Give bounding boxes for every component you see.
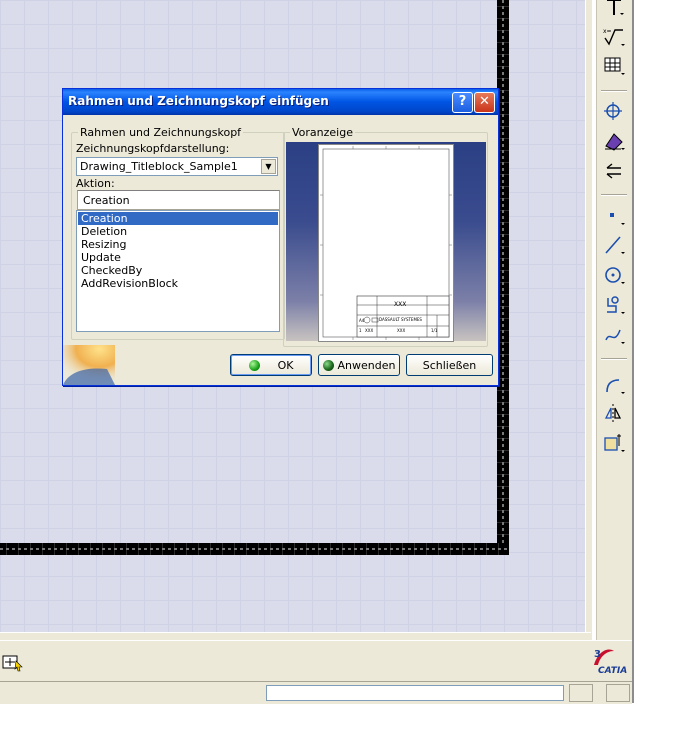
viewport-border-right xyxy=(585,0,592,640)
close-button[interactable]: Schließen xyxy=(406,354,493,376)
frame-titleblock-dialog: Rahmen und Zeichnungskopf einfügen ? ✕ R… xyxy=(62,88,499,386)
help-button[interactable]: ? xyxy=(452,92,473,113)
table-icon[interactable] xyxy=(603,55,625,77)
preview-company-text: DASSAULT SYSTEMES xyxy=(379,317,422,322)
close-icon[interactable]: ✕ xyxy=(474,92,495,113)
ok-button[interactable]: OK xyxy=(230,354,312,376)
profile-icon[interactable] xyxy=(603,294,625,316)
spline-icon[interactable] xyxy=(603,324,625,346)
preview-scale-text: 1 xyxy=(359,328,362,333)
list-item[interactable]: Deletion xyxy=(78,225,278,238)
preview-size-text: A4 xyxy=(359,318,365,323)
toolbar-separator xyxy=(601,194,627,196)
corner-icon[interactable] xyxy=(603,374,625,396)
stop-button[interactable] xyxy=(606,684,630,702)
dialog-title: Rahmen und Zeichnungskopf einfügen xyxy=(68,94,329,108)
toolbar-separator xyxy=(601,90,627,92)
area-fill-icon[interactable] xyxy=(603,130,625,152)
action-label: Aktion: xyxy=(76,177,115,190)
circle-icon[interactable] xyxy=(603,264,625,286)
point-icon[interactable] xyxy=(603,205,625,227)
sheet-frame-bottom xyxy=(0,543,509,555)
command-input[interactable] xyxy=(266,685,564,701)
preview-label: Voranzeige xyxy=(292,126,353,139)
catia-logo: 3 CATIA xyxy=(586,643,630,679)
status-bar xyxy=(0,681,632,704)
style-label: Zeichnungskopfdarstellung: xyxy=(76,142,230,155)
ok-label: OK xyxy=(277,358,294,372)
dialog-titlebar[interactable]: Rahmen und Zeichnungskopf einfügen ? ✕ xyxy=(63,89,498,115)
close-label: Schließen xyxy=(422,358,477,372)
action-list[interactable]: Creation Deletion Resizing Update Checke… xyxy=(76,210,280,332)
text-icon[interactable] xyxy=(603,0,625,18)
svg-text:3: 3 xyxy=(594,649,601,660)
window-button[interactable] xyxy=(569,684,593,702)
window-edge xyxy=(632,0,634,703)
action-value: Creation xyxy=(83,194,130,207)
line-icon[interactable] xyxy=(603,234,625,256)
style-value: Drawing_Titleblock_Sample1 xyxy=(80,160,238,173)
style-combo[interactable]: Drawing_Titleblock_Sample1 ▼ xyxy=(76,157,278,176)
chevron-down-icon[interactable]: ▼ xyxy=(261,159,276,174)
ok-status-icon xyxy=(248,359,260,371)
list-item[interactable]: CheckedBy xyxy=(78,264,278,277)
list-item[interactable]: Update xyxy=(78,251,278,264)
roughness-symbol-icon[interactable]: x= xyxy=(603,26,625,48)
toolbar-separator xyxy=(601,358,627,360)
list-item[interactable]: Resizing xyxy=(78,238,278,251)
catia-decoration xyxy=(63,345,115,385)
preview-xxx-2: XXX xyxy=(365,328,374,333)
group-label: Rahmen und Zeichnungskopf xyxy=(80,126,242,139)
preview-title-text: XXX xyxy=(394,301,407,308)
svg-text:x=: x= xyxy=(603,28,612,35)
action-field: Creation xyxy=(77,190,280,210)
list-item[interactable]: Creation xyxy=(78,212,278,225)
preview-xxx-3: XXX xyxy=(397,328,406,333)
symmetry-icon[interactable] xyxy=(603,402,625,424)
lower-panel: 3 CATIA xyxy=(0,640,632,681)
apply-button[interactable]: Anwenden xyxy=(318,354,400,376)
list-item[interactable]: AddRevisionBlock xyxy=(78,277,278,290)
2d-component-icon[interactable] xyxy=(603,432,625,454)
center-point-icon[interactable] xyxy=(603,100,625,122)
catia-logo-text: CATIA xyxy=(598,666,628,676)
apply-label: Anwenden xyxy=(337,358,396,372)
preview-sheet: XXX DASSAULT SYSTEMES A4 1 XXX XXX 1/1 xyxy=(318,144,454,342)
drawing-toolbar: x= xyxy=(596,0,633,640)
apply-status-icon xyxy=(322,359,334,371)
arrow-icon[interactable] xyxy=(603,160,625,182)
compass-icon[interactable] xyxy=(2,653,23,672)
preview-area: XXX DASSAULT SYSTEMES A4 1 XXX XXX 1/1 xyxy=(286,142,486,342)
preview-sheet-text: 1/1 xyxy=(431,328,438,333)
